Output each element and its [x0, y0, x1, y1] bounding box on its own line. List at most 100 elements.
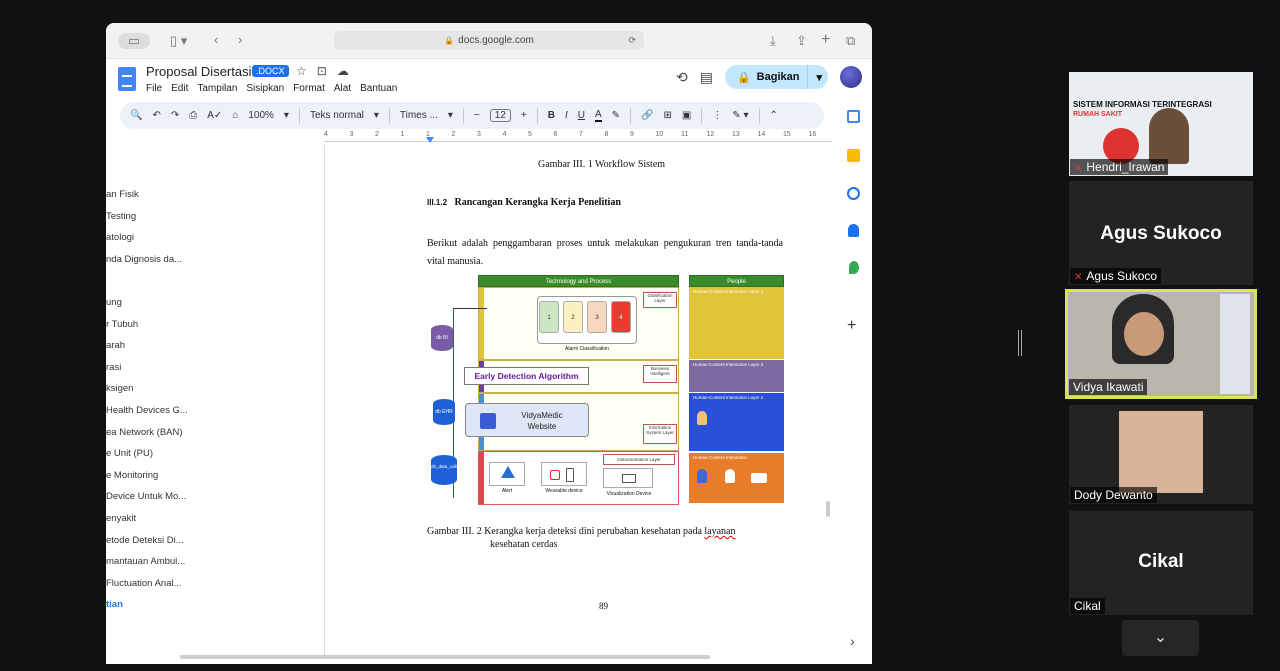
outline-item[interactable]: rasi — [106, 362, 216, 384]
heading-number: III.1.2 — [427, 198, 448, 207]
outline-item[interactable]: mantauan Ambul... — [106, 556, 216, 578]
menu-edit[interactable]: Edit — [171, 83, 188, 94]
sidebar-toggle-icon[interactable]: ▭ — [118, 33, 150, 49]
spellcheck-icon[interactable]: A✓ — [207, 110, 222, 121]
add-comment-icon[interactable]: ⊞ — [663, 110, 671, 121]
ruler-track — [324, 141, 832, 142]
increase-size-icon[interactable]: + — [521, 110, 527, 121]
outline-item[interactable]: ksigen — [106, 383, 216, 405]
outline-item[interactable]: ung — [106, 297, 216, 319]
undo-icon[interactable]: ↶ — [152, 110, 160, 121]
document-page[interactable]: Gambar III. 1 Workflow Sistem III.1.2 Ra… — [324, 145, 824, 655]
zoom-select[interactable]: 100% — [248, 110, 274, 121]
outline-item[interactable]: arah — [106, 340, 216, 362]
db-collection-cylinder: db_data_collection — [431, 455, 469, 485]
expand-panel-icon[interactable]: › — [850, 633, 855, 649]
move-folder-icon[interactable]: ⊡ — [317, 64, 327, 78]
outline-item[interactable]: e Unit (PU) — [106, 448, 216, 470]
menu-file[interactable]: File — [146, 83, 162, 94]
ruler-tick-label: 16 — [808, 131, 817, 138]
layer-stripe — [479, 288, 484, 359]
outline-item[interactable]: enyakit — [106, 513, 216, 535]
share-button[interactable]: 🔒 Bagikan ▾ — [724, 65, 828, 89]
calendar-icon[interactable] — [847, 110, 860, 123]
menu-view[interactable]: Tampilan — [197, 83, 237, 94]
insert-image-icon[interactable]: ▣ — [682, 110, 691, 121]
show-more-participants-button[interactable]: ⌄ — [1122, 620, 1199, 656]
outline-item[interactable]: etode Deteksi Di... — [106, 535, 216, 557]
contacts-icon[interactable] — [848, 224, 859, 237]
forward-arrow-icon[interactable]: › — [238, 32, 242, 47]
version-history-icon[interactable]: ⟲ — [676, 69, 688, 86]
download-icon[interactable]: ⤓ — [770, 33, 776, 49]
horizontal-scrollbar[interactable] — [180, 655, 710, 659]
back-arrow-icon[interactable]: ‹ — [214, 32, 218, 47]
redo-icon[interactable]: ↷ — [171, 110, 179, 121]
menu-tools[interactable]: Alat — [334, 83, 351, 94]
participant-tile-dody[interactable]: Dody Dewanto — [1069, 405, 1253, 504]
outline-item[interactable]: nda Dignosis da... — [106, 254, 216, 276]
tabs-icon[interactable]: ⧉ — [846, 33, 855, 49]
font-size-input[interactable]: 12 — [489, 109, 511, 122]
link-icon[interactable]: 🔗 — [641, 110, 653, 121]
star-icon[interactable]: ☆ — [296, 64, 307, 78]
style-dropdown-icon[interactable]: ▾ — [374, 110, 379, 121]
paint-format-icon[interactable]: ⌂ — [232, 110, 238, 121]
participant-tile-vidya[interactable]: Vidya Ikawati — [1065, 289, 1257, 399]
address-bar[interactable]: 🔒 docs.google.com ⟳ — [334, 31, 644, 50]
participant-tile-hendri[interactable]: SISTEM INFORMASI TERINTEGRASI RUMAH SAKI… — [1069, 72, 1253, 176]
outline-item[interactable]: Health Devices G... — [106, 405, 216, 427]
participant-tile-cikal[interactable]: Cikal Cikal — [1069, 511, 1253, 615]
outline-item[interactable]: Fluctuation Anal... — [106, 578, 216, 600]
style-select[interactable]: Teks normal — [310, 110, 364, 121]
editing-mode-icon[interactable]: ✎ ▾ — [732, 110, 748, 121]
zoom-dropdown-icon[interactable]: ▾ — [284, 110, 289, 121]
docs-logo-icon[interactable] — [118, 67, 136, 91]
people-title: People — [689, 275, 784, 287]
tab-overview-icon[interactable]: ▯ ▾ — [170, 33, 187, 49]
keep-icon[interactable] — [847, 149, 860, 162]
text-color-icon[interactable]: A — [594, 109, 602, 122]
font-dropdown-icon[interactable]: ▾ — [448, 110, 453, 121]
bold-icon[interactable]: B — [548, 110, 555, 121]
split-handle[interactable] — [1018, 330, 1022, 356]
reload-icon[interactable]: ⟳ — [628, 35, 636, 46]
outline-item[interactable]: ea Network (BAN) — [106, 427, 216, 449]
print-icon[interactable]: ⎙ — [189, 110, 197, 121]
highlight-icon[interactable]: ✎ — [612, 110, 620, 121]
account-avatar[interactable] — [840, 66, 862, 88]
new-tab-icon[interactable]: + — [821, 31, 830, 49]
menu-insert[interactable]: Sisipkan — [246, 83, 284, 94]
underline-icon[interactable]: U — [578, 110, 585, 121]
ruler: 4 3 2 1 1 2 3 4 5 6 7 8 9 10 11 12 13 14 15 16 — [106, 131, 832, 143]
ruler-tick-label: 4 — [324, 131, 328, 138]
vertical-scrollbar[interactable] — [826, 501, 830, 517]
menu-format[interactable]: Format — [293, 83, 325, 94]
menu-help[interactable]: Bantuan — [360, 83, 397, 94]
share-icon[interactable]: ⇪ — [796, 33, 807, 49]
outline-item[interactable]: r Tubuh — [106, 319, 216, 341]
tasks-icon[interactable] — [847, 187, 860, 200]
participant-tile-agus[interactable]: Agus Sukoco ✕ Agus Sukoco — [1069, 181, 1253, 285]
outline-item[interactable]: an Fisik — [106, 189, 216, 211]
comments-icon[interactable]: ▤ — [700, 69, 713, 86]
instrumentation-layer: Instrumentation Layer Alert Wearable dev… — [478, 451, 679, 505]
italic-icon[interactable]: I — [565, 110, 568, 121]
maps-icon[interactable] — [849, 261, 859, 274]
collapse-toolbar-icon[interactable]: ⌃ — [770, 110, 778, 121]
decrease-size-icon[interactable]: − — [474, 110, 480, 121]
outline-item[interactable]: Testing — [106, 211, 216, 233]
outline-item[interactable] — [106, 275, 216, 297]
search-menus-icon[interactable]: 🔍 — [130, 110, 142, 121]
cloud-status-icon[interactable]: ☁ — [337, 64, 349, 78]
add-addon-icon[interactable]: + — [847, 317, 856, 335]
outline-item[interactable]: tian — [106, 599, 216, 621]
ruler-tick-label: 7 — [579, 131, 583, 138]
share-dropdown-icon[interactable]: ▾ — [816, 71, 822, 84]
outline-item[interactable]: atologi — [106, 232, 216, 254]
document-title[interactable]: Proposal Disertasi — [146, 64, 252, 79]
outline-item[interactable]: Device Untuk Mo... — [106, 491, 216, 513]
more-options-icon[interactable]: ⋮ — [712, 110, 722, 121]
font-select[interactable]: Times ... — [400, 110, 438, 121]
outline-item[interactable]: e Monitoring — [106, 470, 216, 492]
